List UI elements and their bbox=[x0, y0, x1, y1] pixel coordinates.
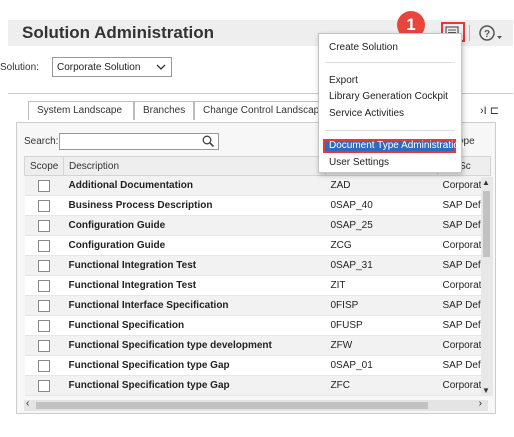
table-row[interactable]: Business Process Description 0SAP_40 SAP D… bbox=[24, 195, 491, 216]
help-button[interactable]: ? bbox=[478, 24, 504, 42]
description-cell: Configuration Guide bbox=[63, 235, 326, 256]
scope-checkbox[interactable] bbox=[38, 199, 50, 212]
menu-divider bbox=[325, 130, 455, 131]
code-cell: 0FUSP bbox=[325, 315, 438, 336]
horizontal-scroll-thumb[interactable] bbox=[36, 402, 428, 409]
scope-cell bbox=[24, 195, 64, 216]
table-row[interactable]: Functional Integration Test ZIT Corporate bbox=[24, 275, 491, 296]
table-row[interactable]: Functional Integration Test 0SAP_31 SAP De… bbox=[24, 255, 491, 276]
tab-change-control-landscapes[interactable]: Change Control Landscapes bbox=[194, 101, 338, 120]
menu-item-export[interactable]: Export bbox=[329, 75, 358, 86]
solution-label: Solution: bbox=[0, 62, 39, 73]
search-label: Search: bbox=[24, 136, 59, 147]
scroll-right-icon[interactable]: › bbox=[479, 398, 482, 409]
scope-cell bbox=[24, 175, 64, 196]
vertical-scrollbar[interactable]: ▲ ▼ bbox=[481, 177, 493, 396]
table-row[interactable]: Functional Specification type developmen… bbox=[24, 335, 491, 356]
table-row[interactable]: Additional Documentation ZAD Corporate bbox=[24, 175, 491, 196]
scope-cell bbox=[24, 335, 64, 356]
scope-checkbox[interactable] bbox=[38, 239, 50, 252]
menu-divider bbox=[325, 62, 455, 63]
scroll-left-icon[interactable]: ‹ bbox=[26, 398, 29, 409]
help-icon: ? bbox=[479, 25, 502, 41]
column-header-scope[interactable]: Scope bbox=[24, 156, 64, 176]
menu-item-library-generation-cockpit[interactable]: Library Generation Cockpit bbox=[329, 91, 448, 102]
table-row[interactable]: Configuration Guide ZCG Corporate bbox=[24, 235, 491, 256]
chevron-down-icon bbox=[156, 64, 166, 70]
code-cell: ZFC bbox=[325, 375, 438, 396]
scope-checkbox[interactable] bbox=[38, 299, 50, 312]
scope-cell bbox=[24, 235, 64, 256]
menu-item-document-type-administration[interactable]: Document Type Administration bbox=[323, 139, 464, 153]
column-header-description[interactable]: Description bbox=[63, 156, 326, 176]
actions-dropdown-menu: Create Solution Export Library Generatio… bbox=[318, 33, 464, 173]
horizontal-scrollbar[interactable]: ‹ › bbox=[24, 398, 488, 411]
menu-item-user-settings[interactable]: User Settings bbox=[329, 157, 389, 168]
description-cell: Functional Integration Test bbox=[63, 275, 326, 296]
document-type-table: Scope Description tus Sc Additional Docu… bbox=[24, 156, 491, 396]
code-cell: 0SAP_25 bbox=[325, 215, 438, 236]
scroll-up-icon[interactable]: ▲ bbox=[482, 178, 490, 187]
description-cell: Functional Specification type Gap bbox=[63, 375, 326, 396]
code-cell: 0SAP_31 bbox=[325, 255, 438, 276]
code-cell: 0SAP_40 bbox=[325, 195, 438, 216]
tab-branches[interactable]: Branches bbox=[134, 101, 194, 120]
description-cell: Functional Interface Specification bbox=[63, 295, 326, 316]
solution-select[interactable]: Corporate Solution bbox=[52, 57, 172, 77]
code-cell: ZIT bbox=[325, 275, 438, 296]
description-cell: Functional Specification type developmen… bbox=[63, 335, 326, 356]
table-row[interactable]: Functional Interface Specification 0FISP S… bbox=[24, 295, 491, 316]
scope-cell bbox=[24, 355, 64, 376]
table-row[interactable]: Functional Specification type Gap 0SAP_01… bbox=[24, 355, 491, 376]
description-cell: Functional Specification bbox=[63, 315, 326, 336]
vertical-scroll-thumb[interactable] bbox=[483, 191, 490, 257]
search-input[interactable] bbox=[59, 133, 219, 150]
tab-system-landscape[interactable]: System Landscape bbox=[28, 101, 134, 120]
code-cell: 0SAP_01 bbox=[325, 355, 438, 376]
description-cell: Business Process Description bbox=[63, 195, 326, 216]
toolbar-separator bbox=[469, 25, 470, 41]
code-cell: ZCG bbox=[325, 235, 438, 256]
tab-overflow-icon[interactable]: ›I ⊏ bbox=[480, 104, 499, 117]
scope-cell bbox=[24, 255, 64, 276]
table-row[interactable]: Functional Specification type Gap ZFC Corp… bbox=[24, 375, 491, 396]
scope-checkbox[interactable] bbox=[38, 259, 50, 272]
code-cell: ZFW bbox=[325, 335, 438, 356]
code-cell: ZAD bbox=[325, 175, 438, 196]
scope-checkbox[interactable] bbox=[38, 319, 50, 332]
scope-checkbox[interactable] bbox=[38, 339, 50, 352]
scope-checkbox[interactable] bbox=[38, 359, 50, 372]
table-row[interactable]: Functional Specification 0FUSP SAP Defa bbox=[24, 315, 491, 336]
scope-cell bbox=[24, 375, 64, 396]
svg-text:?: ? bbox=[484, 29, 490, 40]
scroll-down-icon[interactable]: ▼ bbox=[482, 386, 490, 395]
table-row[interactable]: Configuration Guide 0SAP_25 SAP Defa bbox=[24, 215, 491, 236]
scope-checkbox[interactable] bbox=[38, 379, 50, 392]
page-title: Solution Administration bbox=[22, 23, 215, 42]
scope-cell bbox=[24, 215, 64, 236]
scope-cell bbox=[24, 315, 64, 336]
scope-cell bbox=[24, 295, 64, 316]
scope-cell bbox=[24, 275, 64, 296]
solution-select-value: Corporate Solution bbox=[57, 62, 141, 73]
scope-checkbox[interactable] bbox=[38, 219, 50, 232]
scope-checkbox[interactable] bbox=[38, 179, 50, 192]
code-cell: 0FISP bbox=[325, 295, 438, 316]
search-icon[interactable] bbox=[202, 135, 215, 148]
scope-checkbox[interactable] bbox=[38, 279, 50, 292]
description-cell: Functional Integration Test bbox=[63, 255, 326, 276]
description-cell: Configuration Guide bbox=[63, 215, 326, 236]
description-cell: Functional Specification type Gap bbox=[63, 355, 326, 376]
menu-item-service-activities[interactable]: Service Activities bbox=[329, 108, 404, 119]
menu-item-create-solution[interactable]: Create Solution bbox=[329, 42, 398, 53]
description-cell: Additional Documentation bbox=[63, 175, 326, 196]
